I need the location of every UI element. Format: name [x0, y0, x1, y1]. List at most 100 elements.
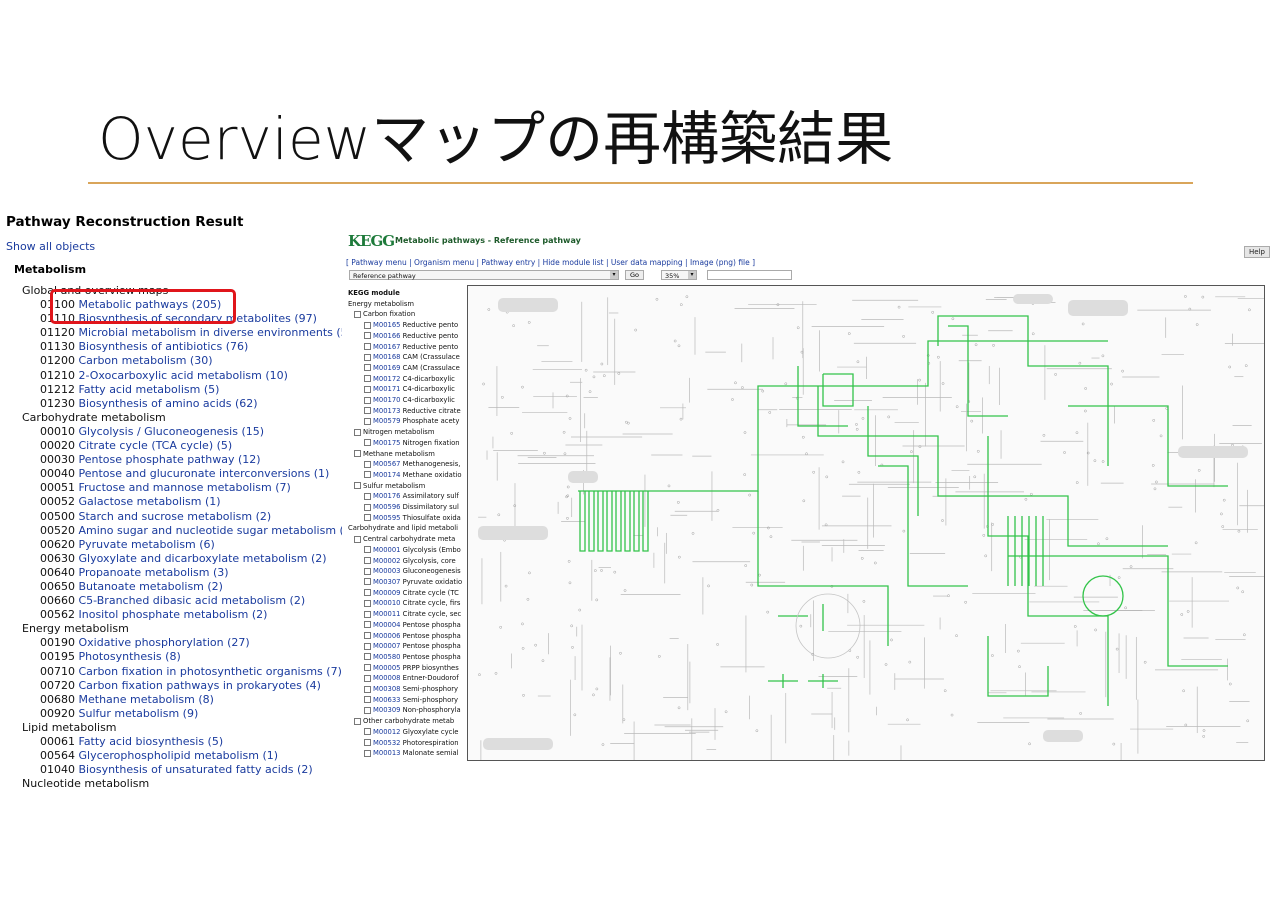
module-row[interactable]: M00596 Dissimilatory sul: [364, 502, 466, 513]
module-checkbox[interactable]: [354, 310, 361, 318]
module-checkbox[interactable]: [364, 653, 371, 661]
pathway-link[interactable]: Amino sugar and nucleotide sugar metabol…: [79, 524, 343, 537]
module-row[interactable]: M00175 Nitrogen fixation: [364, 438, 466, 449]
pathway-link[interactable]: Fatty acid biosynthesis (5): [79, 735, 224, 748]
module-row[interactable]: M00174 Methane oxidatio: [364, 470, 466, 481]
module-checkbox[interactable]: [364, 353, 371, 361]
module-checkbox[interactable]: [364, 578, 371, 586]
module-checkbox[interactable]: [364, 375, 371, 383]
module-row[interactable]: M00165 Reductive pento: [364, 320, 466, 331]
module-row[interactable]: M00171 C4-dicarboxylic: [364, 384, 466, 395]
module-checkbox[interactable]: [354, 428, 361, 436]
module-row[interactable]: M00173 Reductive citrate: [364, 406, 466, 417]
pathway-link[interactable]: Citrate cycle (TCA cycle) (5): [79, 439, 233, 452]
module-category[interactable]: Central carbohydrate meta: [354, 534, 466, 545]
module-checkbox[interactable]: [354, 535, 361, 543]
pathway-link[interactable]: Starch and sucrose metabolism (2): [79, 510, 272, 523]
module-checkbox[interactable]: [364, 471, 371, 479]
zoom-select[interactable]: 35% ▾: [661, 270, 697, 280]
pathway-link[interactable]: Pentose and glucuronate interconversions…: [79, 467, 330, 480]
kegg-logo[interactable]: KEGG: [348, 232, 395, 250]
module-category[interactable]: Nitrogen metabolism: [354, 427, 466, 438]
module-checkbox[interactable]: [364, 514, 371, 522]
module-row[interactable]: M00579 Phosphate acety: [364, 416, 466, 427]
module-row[interactable]: M00166 Reductive pento: [364, 331, 466, 342]
show-all-objects-link[interactable]: Show all objects: [6, 240, 342, 254]
module-checkbox[interactable]: [364, 664, 371, 672]
pathway-link[interactable]: C5-Branched dibasic acid metabolism (2): [79, 594, 306, 607]
module-checkbox[interactable]: [354, 717, 361, 725]
module-checkbox[interactable]: [364, 417, 371, 425]
module-checkbox[interactable]: [364, 642, 371, 650]
module-row[interactable]: M00012 Glyoxylate cycle: [364, 727, 466, 738]
go-button[interactable]: Go: [625, 270, 645, 280]
module-row[interactable]: M00309 Non-phosphoryla: [364, 705, 466, 716]
module-checkbox[interactable]: [364, 439, 371, 447]
pathway-link[interactable]: 2-Oxocarboxylic acid metabolism (10): [79, 369, 288, 382]
module-row[interactable]: M00011 Citrate cycle, sec: [364, 609, 466, 620]
module-row[interactable]: M00006 Pentose phospha: [364, 631, 466, 642]
kegg-nav-links[interactable]: [ Pathway menu | Organism menu | Pathway…: [346, 258, 755, 267]
module-checkbox[interactable]: [364, 364, 371, 372]
module-checkbox[interactable]: [364, 321, 371, 329]
pathway-link[interactable]: Glyoxylate and dicarboxylate metabolism …: [79, 552, 327, 565]
pathway-link[interactable]: Methane metabolism (8): [79, 693, 214, 706]
module-checkbox[interactable]: [364, 503, 371, 511]
module-checkbox[interactable]: [364, 567, 371, 575]
module-checkbox[interactable]: [364, 749, 371, 757]
pathway-link[interactable]: Pyruvate metabolism (6): [79, 538, 215, 551]
pathway-link[interactable]: Biosynthesis of amino acids (62): [79, 397, 258, 410]
module-row[interactable]: M00005 PRPP biosynthes: [364, 663, 466, 674]
module-row[interactable]: M00595 Thiosulfate oxida: [364, 513, 466, 524]
module-checkbox[interactable]: [364, 599, 371, 607]
search-input[interactable]: [707, 270, 792, 280]
module-checkbox[interactable]: [364, 621, 371, 629]
pathway-select[interactable]: Reference pathway ▾: [349, 270, 619, 280]
module-row[interactable]: M00169 CAM (Crassulace: [364, 363, 466, 374]
module-checkbox[interactable]: [364, 557, 371, 565]
pathway-link[interactable]: Oxidative phosphorylation (27): [79, 636, 250, 649]
module-row[interactable]: M00004 Pentose phospha: [364, 620, 466, 631]
module-checkbox[interactable]: [364, 674, 371, 682]
module-checkbox[interactable]: [364, 696, 371, 704]
module-checkbox[interactable]: [364, 396, 371, 404]
pathway-link[interactable]: Sulfur metabolism (9): [79, 707, 199, 720]
pathway-link[interactable]: Carbon metabolism (30): [79, 354, 213, 367]
module-row[interactable]: M00567 Methanogenesis,: [364, 459, 466, 470]
help-button[interactable]: Help: [1244, 246, 1270, 258]
pathway-link[interactable]: Biosynthesis of unsaturated fatty acids …: [79, 763, 313, 776]
module-row[interactable]: M00176 Assimilatory sulf: [364, 491, 466, 502]
module-row[interactable]: M00001 Glycolysis (Embo: [364, 545, 466, 556]
module-category[interactable]: Carbon fixation: [354, 309, 466, 320]
pathway-link[interactable]: Photosynthesis (8): [79, 650, 181, 663]
pathway-link[interactable]: Microbial metabolism in diverse environm…: [79, 326, 343, 339]
pathway-link[interactable]: Glycerophospholipid metabolism (1): [79, 749, 279, 762]
module-checkbox[interactable]: [364, 632, 371, 639]
module-row[interactable]: M00633 Semi-phosphory: [364, 695, 466, 706]
module-checkbox[interactable]: [354, 482, 361, 490]
module-row[interactable]: M00532 Photorespiration: [364, 738, 466, 749]
module-row[interactable]: M00307 Pyruvate oxidatio: [364, 577, 466, 588]
pathway-link[interactable]: Pentose phosphate pathway (12): [79, 453, 261, 466]
module-row[interactable]: M00167 Reductive pento: [364, 342, 466, 353]
module-checkbox[interactable]: [354, 450, 361, 458]
module-category[interactable]: Sulfur metabolism: [354, 481, 466, 492]
pathway-link[interactable]: Propanoate metabolism (3): [79, 566, 229, 579]
module-row[interactable]: M00013 Malonate semial: [364, 748, 466, 759]
module-checkbox[interactable]: [364, 685, 371, 693]
pathway-link[interactable]: Fructose and mannose metabolism (7): [79, 481, 291, 494]
pathway-link[interactable]: Fatty acid metabolism (5): [79, 383, 220, 396]
module-checkbox[interactable]: [364, 492, 371, 500]
module-row[interactable]: M00168 CAM (Crassulace: [364, 352, 466, 363]
module-checkbox[interactable]: [364, 739, 371, 747]
module-row[interactable]: M00007 Pentose phospha: [364, 641, 466, 652]
module-checkbox[interactable]: [364, 589, 371, 597]
module-row[interactable]: M00580 Pentose phospha: [364, 652, 466, 663]
module-checkbox[interactable]: [364, 706, 371, 714]
metabolic-map[interactable]: [467, 285, 1265, 761]
pathway-link[interactable]: Galactose metabolism (1): [79, 495, 221, 508]
module-row[interactable]: M00308 Semi-phosphory: [364, 684, 466, 695]
module-checkbox[interactable]: [364, 546, 371, 554]
module-checkbox[interactable]: [364, 728, 371, 736]
module-row[interactable]: M00009 Citrate cycle (TC: [364, 588, 466, 599]
